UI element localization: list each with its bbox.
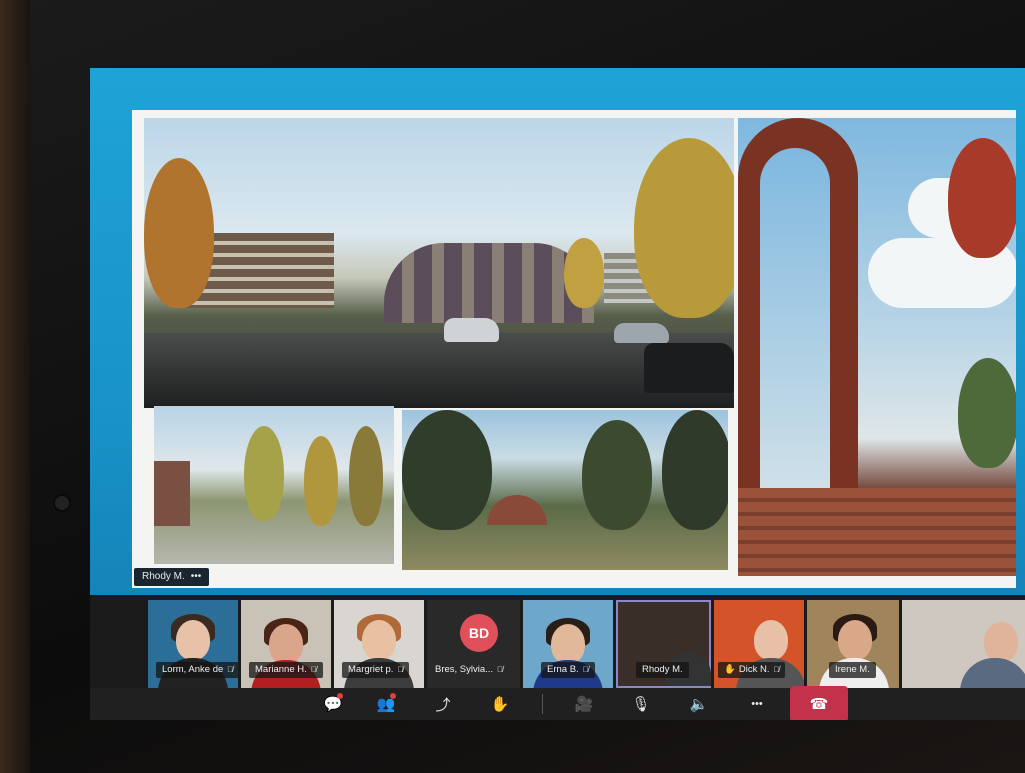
- participant-tile[interactable]: Erna B. 🎙̸: [523, 600, 613, 688]
- participant-tile[interactable]: Marianne H. 🎙̸: [241, 600, 331, 688]
- red-tree: [948, 138, 1016, 258]
- participant-name: Marianne H. 🎙̸: [249, 662, 323, 678]
- participant-name: Irene M.: [829, 662, 876, 678]
- participant-tile[interactable]: [902, 600, 1025, 688]
- more-options-icon[interactable]: •••: [191, 571, 202, 582]
- raise-hand-icon[interactable]: ✋: [483, 688, 517, 720]
- shared-slide: [132, 110, 1016, 588]
- shared-screen: Rhody M. •••: [90, 68, 1025, 595]
- autumn-tree: [144, 158, 214, 308]
- microphone-muted-icon[interactable]: 🎙: [624, 688, 658, 720]
- tree: [244, 426, 284, 521]
- participant-name: Margriet p. 🎙̸: [342, 662, 410, 678]
- brick-steps: [738, 488, 1016, 576]
- tree: [564, 238, 604, 308]
- car: [614, 323, 669, 343]
- muted-mic-icon: 🎙̸: [227, 665, 234, 674]
- car: [444, 318, 499, 342]
- presenter-name-tag[interactable]: Rhody M. •••: [134, 568, 210, 586]
- hero-render-image: [144, 118, 734, 408]
- participant-name: Erna B. 🎙̸: [541, 662, 595, 678]
- muted-mic-icon: 🎙̸: [310, 665, 317, 674]
- participant-name: Bres, Sylvia... 🎙̸: [435, 664, 504, 675]
- muted-mic-icon: 🎙̸: [773, 665, 780, 674]
- car: [644, 343, 734, 393]
- forest-render-image: [402, 410, 728, 570]
- building: [487, 495, 547, 525]
- campus-render-image: [154, 406, 394, 564]
- speaker-icon[interactable]: 🔈: [682, 688, 716, 720]
- pine-tree: [662, 410, 728, 530]
- participant-tile[interactable]: Lorm, Anke de 🎙̸: [148, 600, 238, 688]
- pine-tree: [582, 420, 652, 530]
- presenter-name: Rhody M.: [142, 571, 185, 582]
- tablet-camera: [55, 496, 69, 510]
- round-brick-building: [384, 243, 594, 323]
- participant-name: Rhody M.: [636, 662, 689, 678]
- people-icon[interactable]: 👥: [369, 688, 403, 720]
- hang-up-button[interactable]: ☎: [790, 686, 848, 720]
- participant-name: Lorm, Anke de 🎙̸: [156, 662, 238, 678]
- brick-arch: [738, 118, 858, 488]
- pine-tree: [402, 410, 492, 530]
- courtyard-render-image: [738, 118, 1016, 576]
- phone-icon: ☎: [809, 696, 829, 713]
- tree: [349, 426, 383, 526]
- camera-icon[interactable]: 🎥: [567, 688, 601, 720]
- avatar: BD: [460, 614, 498, 652]
- call-control-bar: 💬 👥 ⤴ ✋ 🎥 🎙 🔈 ••• ☎: [90, 686, 1025, 720]
- autumn-tree: [634, 138, 734, 318]
- control-divider: [542, 694, 543, 714]
- muted-mic-icon: 🎙̸: [397, 665, 404, 674]
- share-screen-icon[interactable]: ⤴: [426, 688, 460, 720]
- muted-mic-icon: 🎙̸: [497, 665, 504, 674]
- participant-tile[interactable]: BD Bres, Sylvia... 🎙̸: [427, 600, 520, 688]
- building: [154, 461, 190, 526]
- participant-tile[interactable]: Margriet p. 🎙̸: [334, 600, 424, 688]
- tree: [958, 358, 1016, 468]
- tree: [304, 436, 338, 526]
- participant-tile[interactable]: ✋ Dick N. 🎙̸: [714, 600, 804, 688]
- participant-tile[interactable]: Irene M.: [807, 600, 899, 688]
- participant-strip: Lorm, Anke de 🎙̸ Marianne H. 🎙̸ Margriet p…: [90, 595, 1025, 688]
- raised-hand-icon: ✋: [724, 664, 736, 675]
- more-actions-icon[interactable]: •••: [740, 688, 774, 720]
- meeting-screen: Rhody M. ••• Lorm, Anke de 🎙̸ Marianne H. 🎙…: [90, 68, 1025, 720]
- desk-edge: [0, 0, 30, 773]
- muted-mic-icon: 🎙̸: [582, 665, 589, 674]
- participant-name: ✋ Dick N. 🎙̸: [718, 662, 786, 678]
- participant-tile-active-speaker[interactable]: Rhody M.: [616, 600, 711, 688]
- chat-icon[interactable]: 💬: [316, 688, 350, 720]
